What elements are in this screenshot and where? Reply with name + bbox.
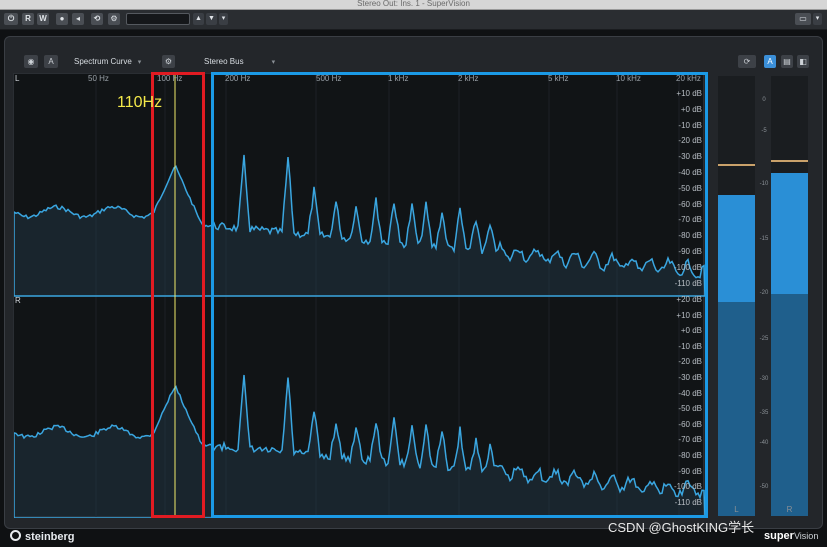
- camera-icon[interactable]: ▭: [795, 13, 811, 25]
- meter-scale-label: -25: [759, 336, 769, 342]
- read-button[interactable]: R: [22, 13, 34, 25]
- meter-scale-label: -30: [759, 376, 769, 382]
- chevron-down-icon: ▾: [271, 59, 276, 66]
- meter-scale-label: -5: [761, 128, 767, 134]
- highlight-low-frequency-box: [151, 72, 205, 518]
- sidechain-icon[interactable]: ⟲: [91, 13, 103, 25]
- layout-side-icon[interactable]: ◧: [797, 55, 809, 68]
- meter-scale-label: 0: [762, 97, 766, 103]
- preset-menu-icon[interactable]: ▾: [219, 13, 228, 25]
- compare-icon[interactable]: ◂: [72, 13, 84, 25]
- bypass-icon[interactable]: ●: [56, 13, 68, 25]
- write-button[interactable]: W: [37, 13, 49, 25]
- meter-fill-left: [718, 195, 755, 302]
- brand-text: steinberg: [25, 531, 75, 543]
- supervision-logo: superVision: [764, 530, 818, 542]
- steinberg-ring-icon: [10, 530, 21, 541]
- channel-label-right: R: [15, 296, 21, 305]
- view-type-value: Spectrum Curve: [74, 57, 132, 66]
- power-icon[interactable]: ⏻: [4, 13, 18, 25]
- channel-label-left: L: [15, 74, 20, 83]
- meter-scale-label: -35: [759, 410, 769, 416]
- peak-hold-left: [718, 164, 755, 166]
- watermark-text: CSDN @GhostKING学长: [608, 520, 755, 535]
- product-text: super: [764, 530, 794, 542]
- meter-scale-label: -20: [759, 290, 769, 296]
- chevron-down-icon: ▾: [137, 59, 142, 66]
- layout-split-icon[interactable]: ▤: [781, 55, 793, 68]
- bus-select[interactable]: Stereo Bus ▾: [204, 55, 275, 68]
- settings-gear-icon[interactable]: ⚙: [108, 13, 120, 25]
- level-meter-left: L: [718, 76, 755, 516]
- meter-label-left: L: [734, 505, 739, 514]
- bus-value: Stereo Bus: [204, 57, 244, 66]
- meter-scale-label: -15: [759, 236, 769, 242]
- plugin-toolbar: ⏻ R W ● ◂ ⟲ ⚙ ▲ ▼ ▾ ▭ ▾: [0, 10, 827, 30]
- annotation-110hz: 110Hz: [117, 94, 163, 111]
- layout-a-button[interactable]: A: [764, 55, 776, 68]
- peak-hold-right: [771, 160, 808, 162]
- record-icon[interactable]: ◉: [24, 55, 38, 68]
- level-meter-right: R: [771, 76, 808, 516]
- highlight-harmonics-box: [211, 72, 708, 518]
- steinberg-logo: steinberg: [10, 530, 75, 543]
- module-settings-gear-icon[interactable]: ⚙: [162, 55, 175, 68]
- preset-up-arrow-icon[interactable]: ▲: [193, 13, 204, 25]
- mode-a-button[interactable]: A: [44, 55, 58, 68]
- meter-scale-label: -10: [759, 181, 769, 187]
- window-title: Stereo Out: Ins. 1 - SuperVision: [357, 0, 470, 8]
- module-header: ◉ A Spectrum Curve ▾ ⚙ Stereo Bus ▾ ⟳ A ▤ …: [8, 54, 814, 70]
- product-suffix: Vision: [793, 531, 819, 541]
- window-menu-icon[interactable]: ▾: [813, 13, 822, 25]
- meter-fill-right: [771, 173, 808, 294]
- freq-label: 50 Hz: [88, 74, 109, 83]
- window-titlebar: Stereo Out: Ins. 1 - SuperVision: [0, 0, 827, 10]
- meter-scale-label: -40: [759, 440, 769, 446]
- meter-label-right: R: [786, 505, 793, 514]
- reset-icon[interactable]: ⟳: [738, 55, 756, 68]
- meter-fill-left-lower: [718, 302, 755, 516]
- meter-scale-label: -50: [759, 484, 769, 490]
- meter-fill-right-lower: [771, 294, 808, 516]
- preset-name-field[interactable]: [126, 13, 190, 25]
- preset-down-arrow-icon[interactable]: ▼: [206, 13, 217, 25]
- view-type-select[interactable]: Spectrum Curve ▾: [74, 55, 141, 68]
